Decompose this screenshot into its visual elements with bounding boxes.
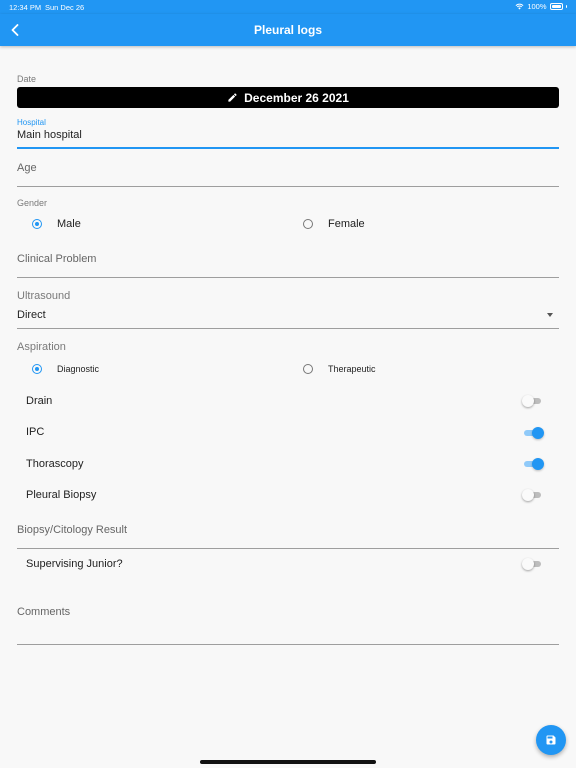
dropdown-arrow-icon[interactable]: [547, 313, 553, 317]
ipc-switch[interactable]: [522, 427, 544, 439]
aspiration-label: Aspiration: [17, 341, 66, 353]
comments-input[interactable]: Comments: [17, 606, 70, 618]
wifi-icon: [515, 3, 524, 10]
comments-underline: [17, 644, 559, 645]
battery-percent: 100%: [527, 2, 547, 11]
date-picker-button[interactable]: December 26 2021: [17, 87, 559, 108]
drain-label: Drain: [26, 395, 53, 407]
gender-option-male[interactable]: Male: [32, 218, 81, 230]
ultrasound-select[interactable]: Direct: [17, 309, 46, 321]
ipc-label: IPC: [26, 426, 45, 438]
battery-icon: [549, 3, 563, 10]
drain-switch[interactable]: [522, 395, 544, 407]
hospital-input[interactable]: Main hospital: [17, 129, 82, 141]
gender-label: Gender: [17, 198, 48, 208]
save-button[interactable]: [536, 725, 566, 755]
supervising-junior-label: Supervising Junior?: [26, 558, 123, 570]
aspiration-diagnostic-label: Diagnostic: [57, 364, 100, 374]
date-value: December 26 2021: [244, 90, 349, 105]
thorascopy-label: Thorascopy: [26, 458, 84, 470]
clinical-problem-input[interactable]: Clinical Problem: [17, 253, 96, 265]
hospital-label: Hospital: [17, 118, 46, 127]
radio-male[interactable]: [32, 219, 42, 229]
gender-female-label: Female: [328, 218, 365, 230]
aspiration-option-diagnostic[interactable]: Diagnostic: [32, 364, 99, 374]
age-underline: [17, 186, 559, 187]
status-date: Sun Dec 26: [45, 3, 85, 12]
biopsy-result-input[interactable]: Biopsy/Citology Result: [17, 524, 127, 536]
chevron-left-icon: [11, 24, 19, 36]
radio-diagnostic[interactable]: [32, 364, 42, 374]
back-button[interactable]: [4, 18, 26, 42]
clinical-problem-underline: [17, 277, 559, 278]
app-bar: Pleural logs: [0, 14, 576, 46]
supervising-junior-switch[interactable]: [522, 558, 544, 570]
home-indicator: [200, 760, 376, 764]
save-icon: [546, 735, 556, 745]
ultrasound-label: Ultrasound: [17, 290, 71, 302]
gender-option-female[interactable]: Female: [303, 218, 365, 230]
pleural-biopsy-switch[interactable]: [522, 489, 544, 501]
thorascopy-switch[interactable]: [522, 458, 544, 470]
battery-tip: [565, 5, 567, 8]
aspiration-therapeutic-label: Therapeutic: [328, 364, 376, 374]
status-time: 12:34 PM: [9, 3, 42, 12]
page-title: Pleural logs: [253, 23, 323, 37]
ultrasound-underline: [17, 328, 559, 329]
radio-therapeutic[interactable]: [303, 364, 313, 374]
date-label: Date: [17, 74, 37, 84]
biopsy-result-underline: [17, 548, 559, 549]
aspiration-option-therapeutic[interactable]: Therapeutic: [303, 364, 376, 374]
hospital-underline: [17, 147, 559, 149]
pleural-biopsy-label: Pleural Biopsy: [26, 489, 97, 501]
status-right: 100%: [515, 2, 567, 11]
pencil-icon: [228, 93, 237, 102]
age-input[interactable]: Age: [17, 162, 37, 174]
status-bar: 12:34 PM Sun Dec 26 100%: [0, 0, 576, 14]
radio-female[interactable]: [303, 219, 313, 229]
gender-male-label: Male: [57, 218, 81, 230]
